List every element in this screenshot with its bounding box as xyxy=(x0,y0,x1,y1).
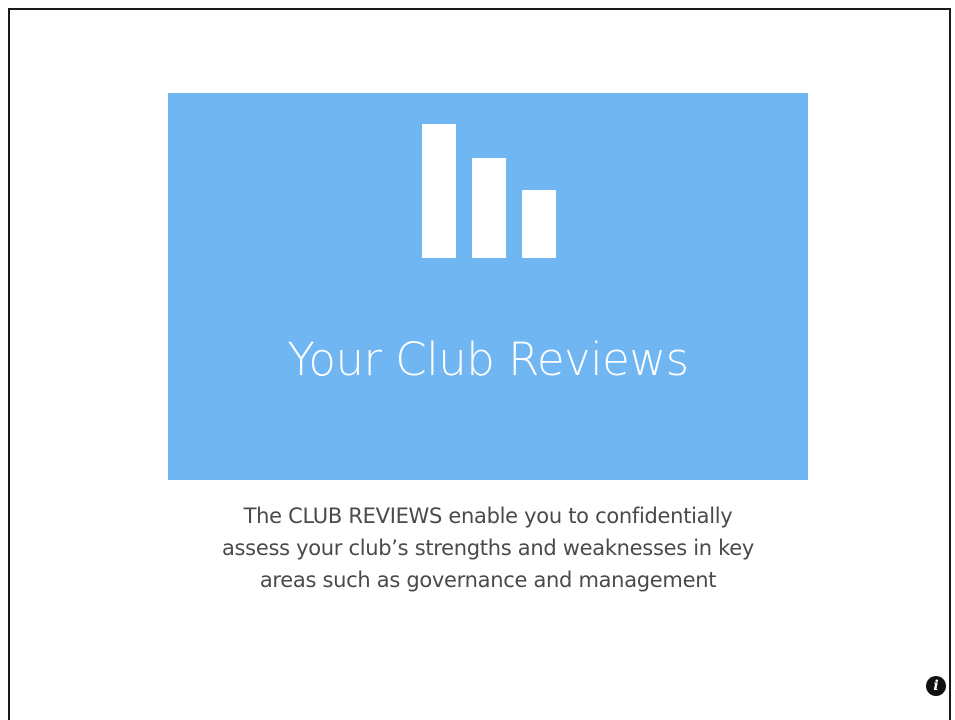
description-line: assess your club’s strengths and weaknes… xyxy=(221,536,755,560)
description-line: areas such as governance and management xyxy=(259,568,717,592)
tile-title: Your Club Reviews xyxy=(287,333,689,386)
club-reviews-description: The CLUB REVIEWS enable you to confident… xyxy=(168,500,808,596)
info-icon: i xyxy=(933,678,939,694)
description-line: The CLUB REVIEWS enable you to confident… xyxy=(243,504,733,528)
club-reviews-tile[interactable]: Your Club Reviews xyxy=(168,93,808,480)
info-button[interactable]: i xyxy=(926,676,946,696)
bar-chart-icon xyxy=(422,124,556,258)
